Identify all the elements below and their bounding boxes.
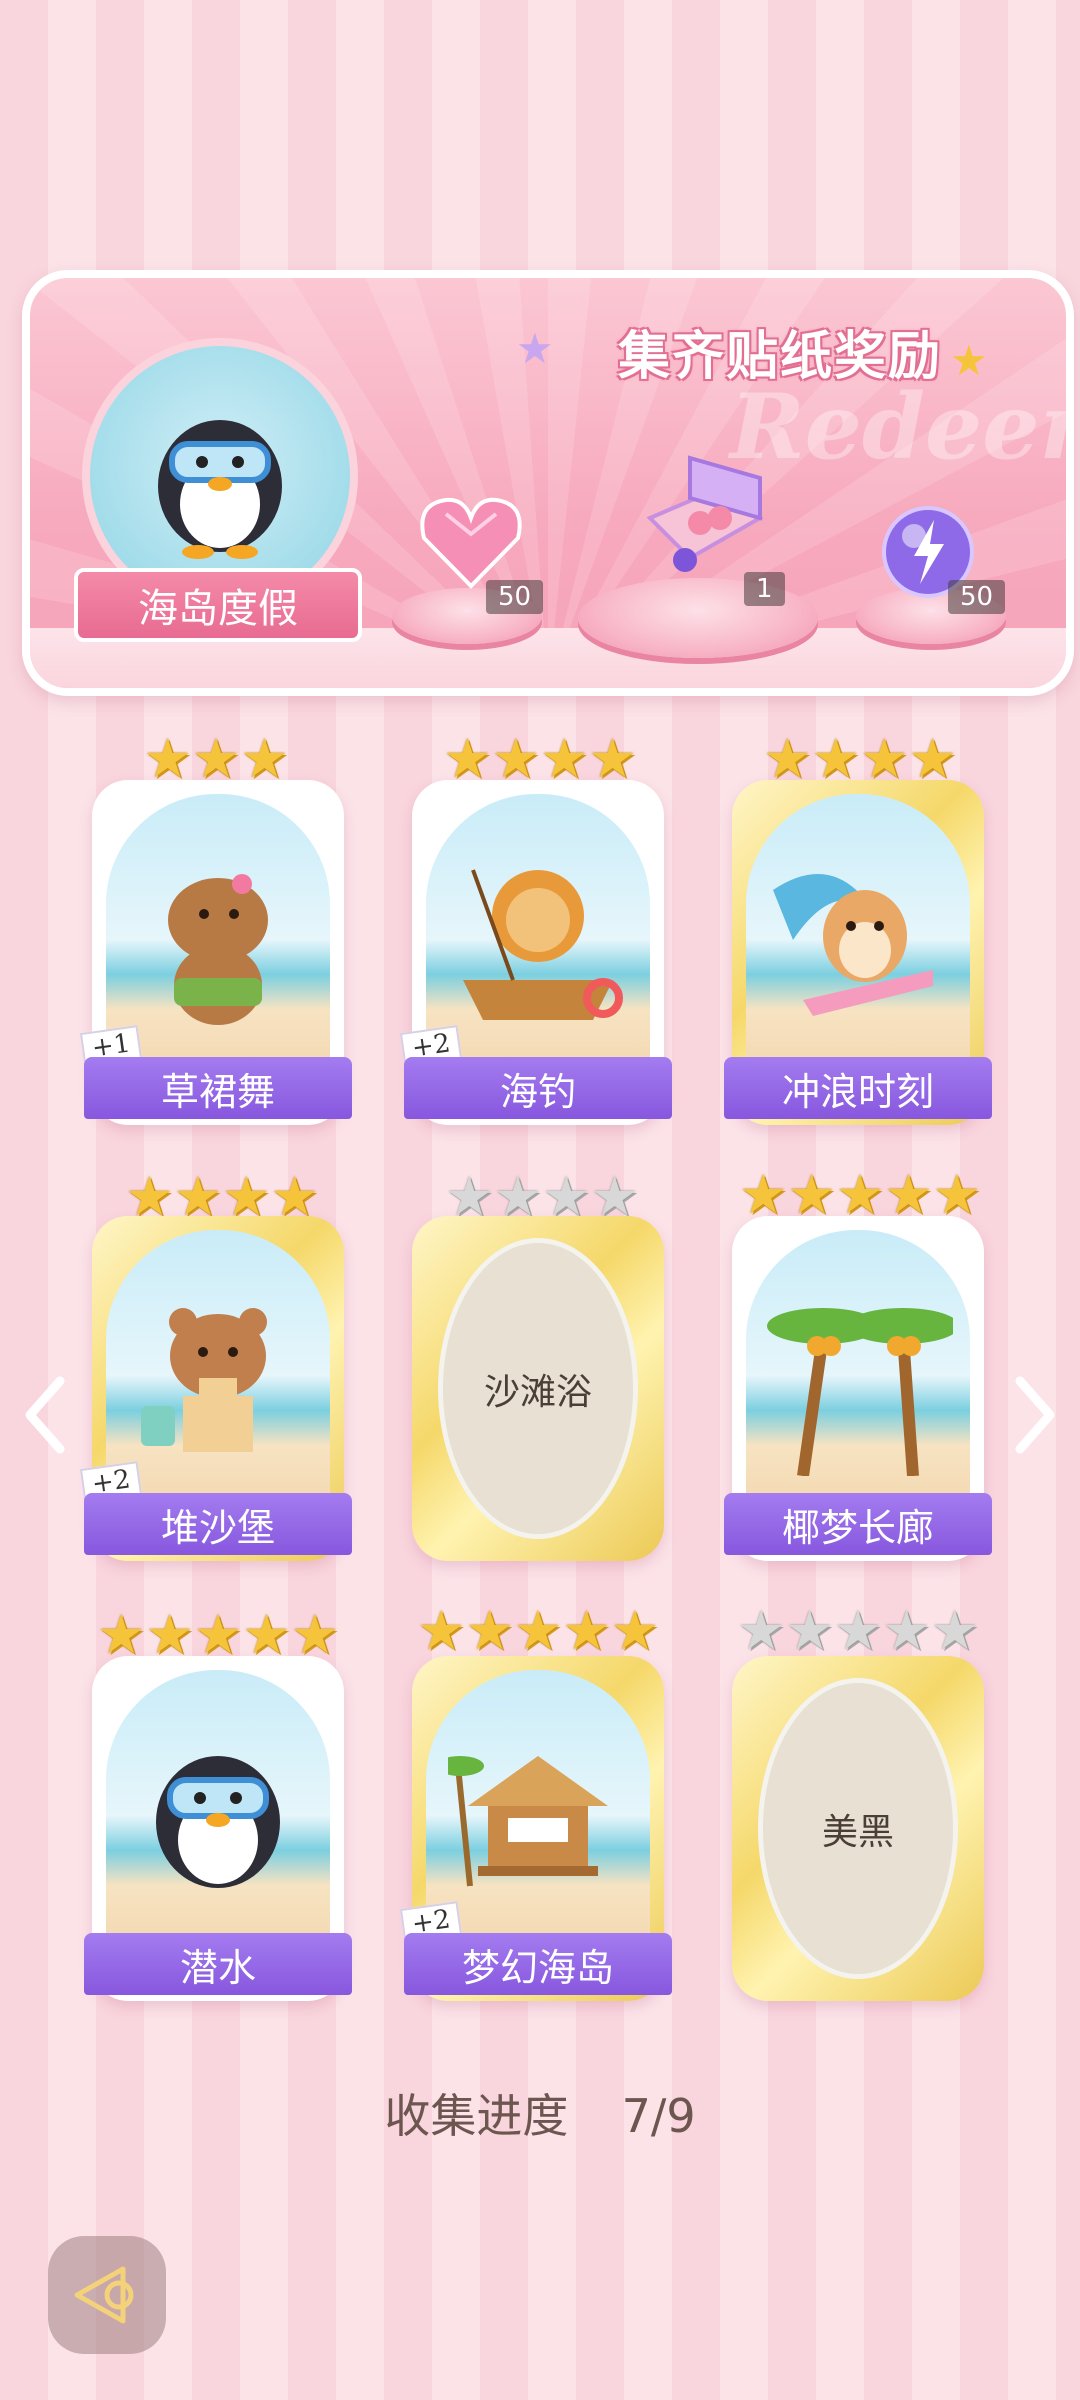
chevron-left-icon [25,1376,65,1454]
reward-count: 50 [948,580,1006,614]
sticker-name: 椰梦长廊 [724,1493,992,1555]
sticker-card[interactable]: +1 草裙舞 [79,780,352,1125]
collection-progress: 收集进度 7/9 [0,2080,1080,2146]
chevron-right-icon [1015,1376,1055,1454]
locked-sticker-card[interactable]: 沙滩浴 [412,1216,664,1561]
sticker-name: 冲浪时刻 [724,1057,992,1119]
beach-hut-icon [448,1755,608,1886]
sticker-name: 海钓 [404,1057,672,1119]
sticker-name: 草裙舞 [84,1057,352,1119]
sticker-name: 潜水 [84,1933,352,1995]
sticker-card[interactable]: +2 梦幻海岛 [399,1656,672,2001]
reward-count: 50 [486,580,544,614]
sticker-card[interactable]: 潜水 [84,1656,352,2001]
sticker-card[interactable]: 冲浪时刻 [724,780,992,1125]
locked-sticker-card[interactable]: 美黑 [732,1656,984,2001]
pink-heart-gem-icon [420,497,522,589]
penguin-icon [158,420,282,559]
hamster-surfing-icon [773,873,933,1016]
locked-sticker-name: 沙滩浴 [438,1238,638,1539]
card-stars: ★ ★ ★ ★ [443,727,637,790]
album-name: 海岛度假 [74,568,362,642]
locked-sticker-name: 美黑 [758,1678,958,1979]
sticker-card[interactable]: +2 海钓 [399,780,672,1125]
gift-box-icon [646,455,764,572]
sticker-name: 梦幻海岛 [404,1933,672,1995]
sticker-art [746,1230,970,1521]
palm-trees-icon [767,1307,953,1476]
progress-value: 7/9 [621,2089,696,2143]
sticker-art [106,1670,330,1961]
card-stars: ★ ★ ★ [143,727,289,790]
card-stars: ★ ★ ★ ★ ★ [416,1599,660,1662]
capybara-hula-icon [168,873,268,1025]
banner-watermark: Redeem [730,374,1066,480]
card-stars: ★ ★ ★ ★ [763,727,957,790]
sticker-card[interactable]: 椰梦长廊 [724,1216,992,1561]
card-stars: ★ ★ ★ ★ ★ [96,1603,340,1666]
back-arrow-icon [74,2266,134,2324]
purple-star-icon: ★ [516,324,554,373]
bear-sandcastle-icon [141,1307,267,1452]
sticker-art [746,794,970,1085]
banner-title: 集齐贴纸奖励 [617,326,942,387]
progress-label: 收集进度 [384,2089,569,2143]
next-page-button[interactable] [1006,1360,1066,1470]
prev-page-button[interactable] [14,1360,74,1470]
card-stars: ★ ★ ★ ★ ★ [738,1163,982,1226]
reward-count: 1 [744,572,785,606]
reward-banner: Redeem ★ ★ 集齐贴纸奖励 海岛度假 50 1 50 [22,270,1074,696]
back-button[interactable] [48,2236,166,2354]
sticker-card[interactable]: +2 堆沙堡 [79,1216,352,1561]
penguin-diving-icon [156,1755,280,1888]
lion-fishing-icon [463,868,623,1020]
sticker-name: 堆沙堡 [84,1493,352,1555]
card-stars: ★ ★ ★ ★ ★ [736,1599,980,1662]
